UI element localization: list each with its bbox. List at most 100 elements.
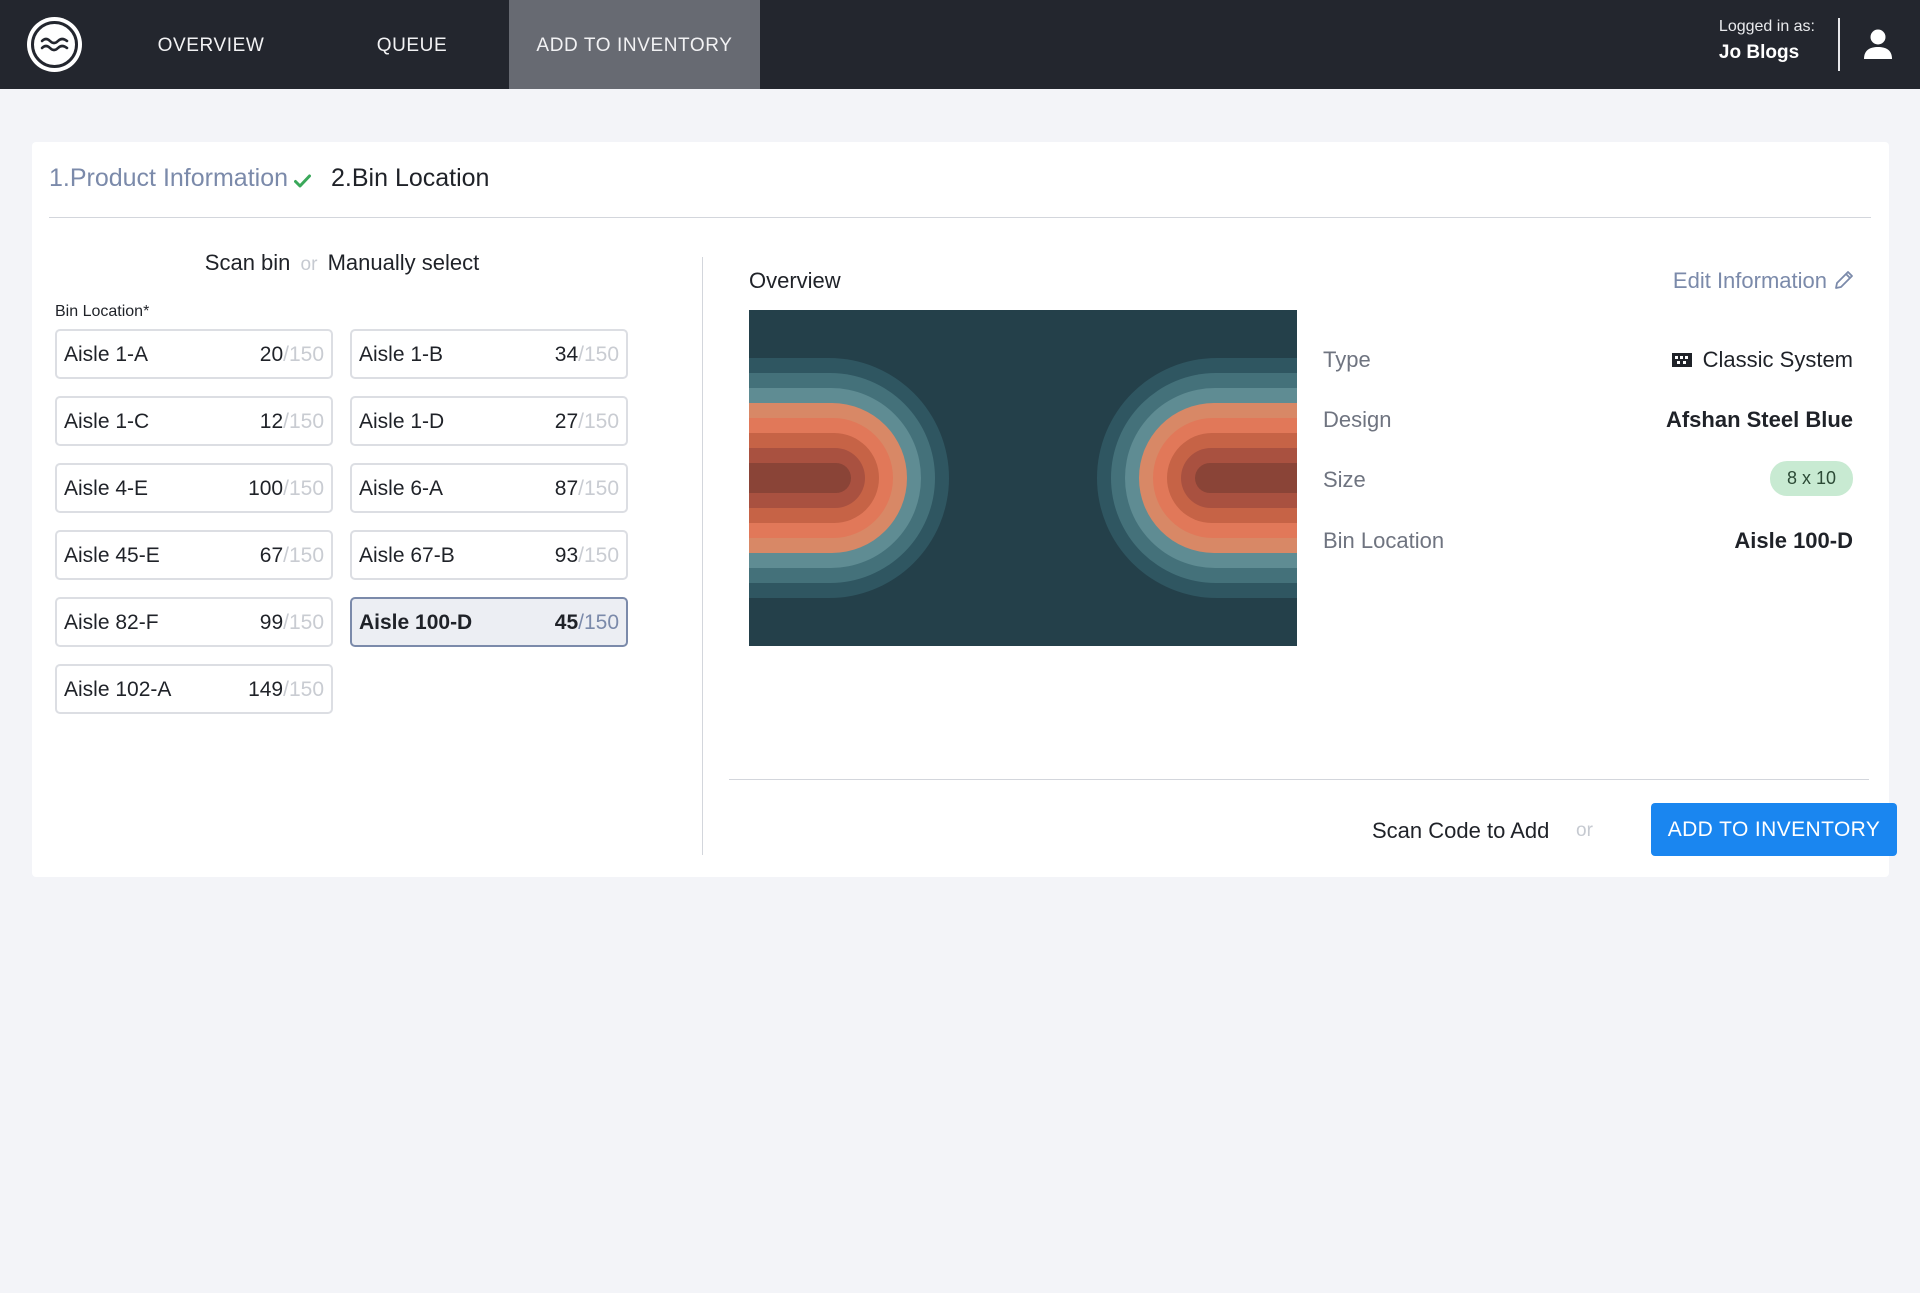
info-row-size: Size 8 x 10 — [1323, 461, 1853, 497]
bin-capacity: /150 — [283, 611, 324, 634]
step-bin-location: 2.Bin Location — [331, 164, 490, 192]
bin-count: 99/150 — [260, 611, 324, 635]
bin-count-value: 45 — [554, 611, 579, 634]
bin-capacity: /150 — [578, 343, 619, 366]
section-divider — [702, 257, 703, 855]
bin-count: 87/150 — [555, 477, 619, 501]
bin-grid: Aisle 1-A 20/150 Aisle 1-B 34/150 Aisle … — [55, 329, 655, 729]
step-progress: 1.Product Information 2.Bin Location — [49, 164, 489, 193]
bin-count: 34/150 — [555, 343, 619, 367]
bin-name: Aisle 82-F — [64, 611, 159, 634]
bin-location-value: Aisle 100-D — [1734, 528, 1853, 553]
size-badge: 8 x 10 — [1769, 461, 1853, 496]
nav-divider — [1838, 18, 1840, 71]
bin-select-mode: Scan bin or Manually select — [32, 250, 652, 276]
bin-option[interactable]: Aisle 102-A 149/150 — [55, 664, 333, 714]
bin-option[interactable]: Aisle 1-B 34/150 — [350, 329, 628, 379]
size-label: Size — [1323, 467, 1366, 492]
type-value-text: Classic System — [1702, 347, 1853, 372]
rug-type-icon — [1671, 353, 1692, 367]
pencil-icon — [1835, 271, 1853, 289]
bin-option-selected[interactable]: Aisle 100-D 45/150 — [350, 597, 628, 647]
bin-count-value: 67 — [259, 544, 284, 567]
edit-information-link[interactable]: Edit Information — [1673, 268, 1855, 294]
bin-option[interactable]: Aisle 67-B 93/150 — [350, 530, 628, 580]
design-value: Afshan Steel Blue — [1665, 407, 1853, 432]
bin-capacity: /150 — [283, 678, 324, 701]
bin-count: 93/150 — [555, 544, 619, 568]
bin-count: 67/150 — [260, 544, 324, 568]
bin-name: Aisle 45-E — [64, 544, 160, 567]
rug-image — [749, 310, 1297, 646]
tab-queue[interactable]: QUEUE — [352, 0, 472, 89]
design-label: Design — [1323, 407, 1392, 432]
bin-option[interactable]: Aisle 1-C 12/150 — [55, 396, 333, 446]
bin-capacity: /150 — [578, 611, 619, 634]
bin-name: Aisle 100-D — [359, 611, 473, 634]
overview-title: Overview — [749, 268, 841, 293]
bin-count: 149/150 — [248, 678, 324, 702]
bin-location-card: 1.Product Information 2.Bin Location Scan… — [32, 142, 1897, 877]
type-label: Type — [1323, 347, 1371, 372]
bin-name: Aisle 1-C — [64, 410, 150, 433]
step-product-information[interactable]: 1.Product Information — [49, 164, 288, 192]
info-row-type: Type Classic System — [1323, 347, 1853, 377]
bin-count-value: 87 — [554, 477, 579, 500]
bin-count-value: 99 — [259, 611, 284, 634]
bin-count-value: 20 — [259, 343, 284, 366]
info-row-design: Design Afshan Steel Blue — [1323, 407, 1853, 437]
bin-capacity: /150 — [283, 544, 324, 567]
tab-overview[interactable]: OVERVIEW — [140, 0, 282, 89]
bin-name: Aisle 1-A — [64, 343, 149, 366]
edit-information-label: Edit Information — [1672, 268, 1827, 293]
logged-in-block: Logged in as: Jo Blogs — [1719, 18, 1815, 64]
top-nav-bar: OVERVIEW QUEUE ADD TO INVENTORY Logged i… — [0, 0, 1920, 89]
waves-icon — [40, 37, 69, 52]
add-to-inventory-button[interactable]: ADD TO INVENTORY — [1651, 803, 1897, 856]
user-name: Jo Blogs — [1718, 42, 1800, 63]
bin-name: Aisle 1-D — [359, 410, 445, 433]
bin-capacity: /150 — [578, 544, 619, 567]
app-logo[interactable] — [27, 17, 82, 72]
bin-name: Aisle 6-A — [359, 477, 444, 500]
bin-option[interactable]: Aisle 1-A 20/150 — [55, 329, 333, 379]
or-separator: or — [1576, 820, 1593, 841]
bin-count: 45/150 — [555, 611, 619, 635]
bin-name: Aisle 67-B — [359, 544, 455, 567]
bin-option[interactable]: Aisle 4-E 100/150 — [55, 463, 333, 513]
bin-count: 12/150 — [260, 410, 324, 434]
bin-option[interactable]: Aisle 82-F 99/150 — [55, 597, 333, 647]
logged-in-label: Logged in as: — [1718, 18, 1815, 35]
bin-count-value: 100 — [248, 477, 284, 500]
info-row-bin-location: Bin Location Aisle 100-D — [1323, 528, 1853, 558]
bin-location-row-label: Bin Location — [1323, 528, 1445, 553]
or-separator: or — [300, 254, 318, 275]
bin-count: 20/150 — [260, 343, 324, 367]
bin-capacity: /150 — [283, 477, 324, 500]
bin-location-label: Bin Location* — [55, 303, 150, 320]
bin-name: Aisle 102-A — [64, 678, 172, 701]
bin-count-value: 93 — [554, 544, 579, 567]
steps-divider — [49, 217, 1871, 218]
scan-code-to-add[interactable]: Scan Code to Add — [1372, 818, 1549, 844]
scan-bin-option[interactable]: Scan bin — [205, 250, 291, 275]
manually-select-option[interactable]: Manually select — [328, 250, 480, 275]
type-value: Classic System — [1671, 347, 1853, 373]
bin-capacity: /150 — [283, 343, 324, 366]
bin-count-value: 34 — [554, 343, 579, 366]
checkmark-icon — [294, 174, 312, 188]
bin-count-value: 12 — [259, 410, 284, 433]
user-account-icon[interactable] — [1862, 28, 1894, 60]
actions-divider — [729, 779, 1869, 780]
bin-option[interactable]: Aisle 45-E 67/150 — [55, 530, 333, 580]
bin-option[interactable]: Aisle 1-D 27/150 — [350, 396, 628, 446]
bin-count-value: 149 — [248, 678, 284, 701]
bin-count: 100/150 — [248, 477, 324, 501]
tab-add-to-inventory[interactable]: ADD TO INVENTORY — [509, 0, 760, 89]
bin-capacity: /150 — [578, 477, 619, 500]
bin-capacity: /150 — [578, 410, 619, 433]
bin-count-value: 27 — [554, 410, 579, 433]
bin-name: Aisle 4-E — [64, 477, 149, 500]
bin-option[interactable]: Aisle 6-A 87/150 — [350, 463, 628, 513]
bin-name: Aisle 1-B — [359, 343, 444, 366]
